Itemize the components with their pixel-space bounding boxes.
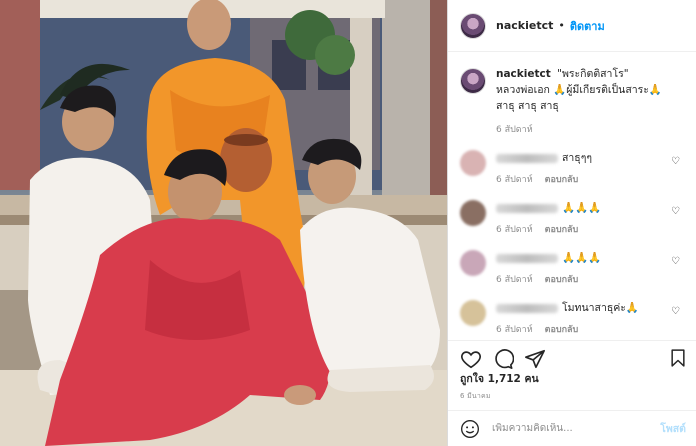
post-caption: nackietct "พระกิตติสาโร" หลวงพ่อเอก 🙏ผู้… (448, 58, 696, 138)
caption-text-line3: สาธุ สาธุ สาธุ (496, 100, 559, 112)
commenter-name-blurred[interactable] (496, 203, 558, 213)
post-photo[interactable] (0, 0, 447, 446)
commenter-avatar[interactable] (460, 200, 486, 226)
reply-button[interactable]: ตอบกลับ (545, 225, 579, 235)
caption-username[interactable]: nackietct (496, 68, 551, 80)
instagram-post: nackietct • ติดตาม nackietct "พระกิตติสา… (0, 0, 696, 446)
caption-text-line1: "พระกิตติสาโร" (557, 68, 629, 80)
comment-like-heart-icon[interactable]: ♡ (671, 156, 680, 167)
caption-avatar[interactable] (460, 68, 486, 94)
post-date: 6 มีนาคม (460, 392, 491, 400)
likes-count[interactable]: ถูกใจ 1,712 คน (460, 370, 539, 387)
comment-text: 🙏🙏🙏 (562, 252, 602, 264)
heart-icon[interactable] (460, 348, 482, 370)
comment-time: 6 สัปดาห์ (496, 275, 533, 285)
author-username[interactable]: nackietct (496, 19, 553, 32)
comment-time: 6 สัปดาห์ (496, 325, 533, 335)
comment-like-heart-icon[interactable]: ♡ (671, 306, 680, 317)
comment-text: 🙏🙏🙏 (562, 202, 602, 214)
comment-item: สาธุๆๆ 6 สัปดาห์ ตอบกลับ ♡ (448, 150, 696, 188)
commenter-avatar[interactable] (460, 150, 486, 176)
follow-button[interactable]: ติดตาม (570, 17, 605, 35)
comment-time: 6 สัปดาห์ (496, 225, 533, 235)
commenter-name-blurred[interactable] (496, 153, 558, 163)
header-separator: • (558, 19, 565, 32)
post-comment-button[interactable]: โพสต์ (660, 420, 686, 437)
comments-list[interactable]: nackietct "พระกิตติสาโร" หลวงพ่อเอก 🙏ผู้… (448, 58, 696, 340)
comment-like-heart-icon[interactable]: ♡ (671, 256, 680, 267)
comment-item: โมทนาสาธุค่ะ🙏 6 สัปดาห์ ตอบกลับ ♡ (448, 300, 696, 338)
comment-text: โมทนาสาธุค่ะ🙏 (562, 302, 640, 314)
author-avatar[interactable] (460, 12, 486, 39)
comment-icon[interactable] (492, 348, 514, 370)
reply-button[interactable]: ตอบกลับ (545, 275, 579, 285)
commenter-avatar[interactable] (460, 250, 486, 276)
comment-item: 🙏🙏🙏 6 สัปดาห์ ตอบกลับ ♡ (448, 200, 696, 238)
add-comment-bar: โพสต์ (448, 410, 696, 446)
post-side-panel: nackietct • ติดตาม nackietct "พระกิตติสา… (447, 0, 696, 446)
commenter-name-blurred[interactable] (496, 253, 558, 263)
post-photo-illustration (0, 0, 447, 446)
caption-text-line2: หลวงพ่อเอก 🙏ผู้มีเกียรติเป็นสาระ🙏 (496, 84, 662, 96)
share-icon[interactable] (524, 348, 546, 370)
comment-text: สาธุๆๆ (562, 152, 592, 164)
smiley-icon[interactable] (460, 419, 480, 439)
commenter-avatar[interactable] (460, 300, 486, 326)
post-header: nackietct • ติดตาม (448, 0, 696, 52)
bookmark-icon[interactable] (668, 348, 688, 368)
reply-button[interactable]: ตอบกลับ (545, 175, 579, 185)
add-comment-input[interactable] (492, 423, 652, 434)
caption-time: 6 สัปดาห์ (496, 125, 533, 135)
reply-button[interactable]: ตอบกลับ (545, 325, 579, 335)
comment-item: 🙏🙏🙏 6 สัปดาห์ ตอบกลับ ♡ (448, 250, 696, 288)
comment-time: 6 สัปดาห์ (496, 175, 533, 185)
comment-like-heart-icon[interactable]: ♡ (671, 206, 680, 217)
commenter-name-blurred[interactable] (496, 303, 558, 313)
